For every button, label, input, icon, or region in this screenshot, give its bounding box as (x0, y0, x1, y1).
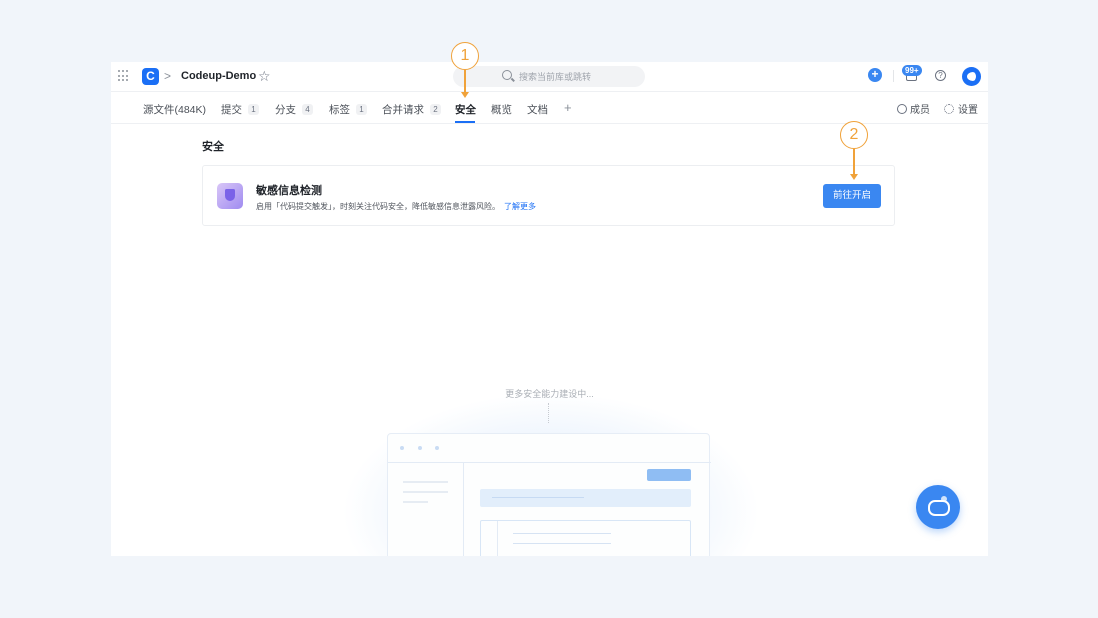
add-tab-icon[interactable]: + (564, 100, 572, 115)
dotted-connector (548, 403, 549, 423)
illustration-box (480, 520, 691, 556)
add-button[interactable]: + (868, 68, 882, 82)
chat-icon[interactable] (916, 485, 960, 529)
card-title: 敏感信息检测 (256, 185, 322, 197)
tab-count: 2 (430, 104, 441, 115)
illustration-line (513, 543, 611, 544)
gear-icon (944, 104, 954, 114)
settings-link[interactable]: 设置 (944, 101, 978, 116)
tab-tags[interactable]: 标签 1 (329, 102, 367, 117)
page-title: 安全 (202, 141, 224, 153)
annotation-arrow-line (464, 70, 466, 92)
illustration-line (513, 533, 611, 534)
learn-more-link[interactable]: 了解更多 (504, 202, 536, 211)
annotation-arrow-line (853, 149, 855, 175)
card-description: 启用「代码提交触发」，时刻关注代码安全，降低敏感信息泄露风险。 了解更多 (256, 202, 536, 211)
illustration-dot (435, 446, 439, 450)
coming-soon-text: 更多安全能力建设中... (505, 389, 594, 399)
tab-merge-requests[interactable]: 合并请求 2 (382, 102, 441, 117)
repo-name[interactable]: Codeup-Demo (181, 70, 256, 82)
apps-grid-icon[interactable] (118, 70, 130, 82)
annotation-arrow-head (461, 92, 469, 98)
tab-docs[interactable]: 文档 (527, 102, 548, 117)
member-icon (897, 104, 907, 114)
annotation-marker-1-outer: 1 (451, 42, 479, 70)
divider (893, 70, 894, 82)
tab-overview[interactable]: 概览 (491, 102, 512, 117)
breadcrumb-separator: > (164, 69, 172, 83)
search-box[interactable] (453, 66, 645, 87)
enable-button[interactable]: 前往开启 (823, 184, 881, 208)
search-icon (502, 70, 512, 80)
repo-tab-bar: 源文件(484K) 提交 1 分支 4 标签 1 合并请求 2 安全 概览 文档 + 成… (111, 93, 988, 124)
top-bar: C > Codeup-Demo ☆ + 99+ ? (111, 62, 988, 92)
notification-badge: 99+ (902, 65, 922, 76)
tab-security[interactable]: 安全 (455, 102, 476, 117)
search-input[interactable] (519, 69, 639, 84)
help-icon[interactable]: ? (935, 70, 946, 81)
illustration-bar (480, 489, 691, 507)
tab-count: 4 (302, 104, 313, 115)
illustration-button (647, 469, 691, 481)
illustration-line (403, 481, 448, 483)
illustration-divider (463, 462, 464, 556)
annotation-arrow-head (850, 174, 858, 180)
illustration-dot (400, 446, 404, 450)
tab-commits[interactable]: 提交 1 (221, 102, 259, 117)
avatar[interactable] (962, 67, 981, 86)
illustration-dot (418, 446, 422, 450)
shield-icon (217, 183, 243, 209)
tab-branches[interactable]: 分支 4 (275, 102, 313, 117)
illustration-line (403, 491, 448, 493)
star-icon[interactable]: ☆ (258, 68, 271, 85)
illustration-divider (388, 462, 711, 463)
app-window: C > Codeup-Demo ☆ + 99+ ? 源文件(484K) 提交1 … (111, 62, 988, 556)
tab-source-files[interactable]: 源文件(484K) (143, 102, 206, 117)
placeholder-illustration (387, 433, 711, 556)
members-link[interactable]: 成员 (897, 101, 930, 116)
illustration-line (403, 501, 428, 503)
active-tab-indicator (455, 121, 475, 123)
codeup-logo-icon[interactable]: C (142, 68, 159, 85)
annotation-marker-2: 2 (840, 121, 868, 149)
tab-count: 1 (248, 104, 259, 115)
sensitive-info-card: 敏感信息检测 启用「代码提交触发」，时刻关注代码安全，降低敏感信息泄露风险。 了解… (202, 165, 895, 226)
tab-count: 1 (356, 104, 367, 115)
